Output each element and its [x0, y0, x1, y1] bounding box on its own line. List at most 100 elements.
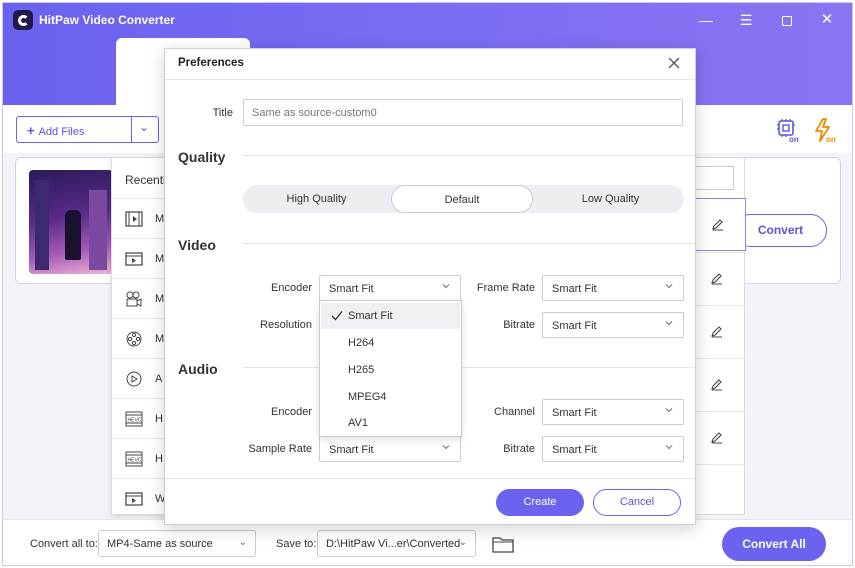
- recent-menu-item-label: H: [155, 413, 163, 425]
- sample-rate-label: Sample Rate: [248, 443, 312, 455]
- format-list-panel: [693, 157, 746, 517]
- encoder-option-label: AV1: [348, 417, 368, 429]
- recent-menu-item-label: M: [155, 333, 165, 345]
- encoder-dropdown-list: Smart Fit H264 H265 MPEG4 AV1: [319, 300, 462, 437]
- app-window: HitPaw Video Converter — ✕ ☰ + Add Files …: [2, 2, 853, 566]
- preferences-dialog: Preferences Title Quality High Quality D…: [164, 48, 696, 525]
- convert-all-to-label: Convert all to:: [30, 538, 98, 550]
- menu-icon[interactable]: ☰: [733, 9, 759, 31]
- chevron-down-icon[interactable]: ⌄: [139, 120, 149, 134]
- play-circle-icon: [126, 371, 142, 387]
- edit-icon[interactable]: [710, 324, 724, 338]
- recent-menu-item[interactable]: W: [112, 478, 172, 518]
- video-thumbnail[interactable]: [29, 170, 113, 274]
- video-screen-icon: [125, 492, 143, 506]
- cancel-button[interactable]: Cancel: [593, 489, 681, 516]
- save-to-select[interactable]: D:\HitPaw Vi...er\Converted ⌄: [317, 530, 476, 557]
- folder-icon[interactable]: [492, 535, 514, 553]
- recent-menu-item-label: H: [155, 453, 163, 465]
- convert-all-to-value: MP4-Same as source: [107, 538, 213, 550]
- svg-text:HEVC: HEVC: [128, 418, 142, 424]
- video-encoder-select[interactable]: Smart Fit: [319, 275, 461, 301]
- convert-button[interactable]: Convert: [734, 214, 827, 247]
- format-row[interactable]: [694, 252, 746, 305]
- encoder-option-label: MPEG4: [348, 391, 387, 403]
- encoder-option[interactable]: MPEG4: [321, 384, 460, 410]
- audio-bitrate-select[interactable]: Smart Fit: [542, 436, 684, 462]
- encoder-option[interactable]: H264: [321, 330, 460, 356]
- svg-text:on: on: [826, 135, 836, 143]
- create-button[interactable]: Create: [496, 489, 584, 516]
- lightning-icon[interactable]: on: [812, 117, 838, 143]
- hardware-acceleration-icon[interactable]: on: [775, 117, 801, 143]
- quality-segmented-control: High Quality Default Low Quality: [243, 185, 684, 213]
- title-input[interactable]: [244, 100, 682, 125]
- close-icon[interactable]: [665, 54, 683, 72]
- edit-icon[interactable]: [710, 430, 724, 444]
- format-row[interactable]: [694, 464, 746, 517]
- format-row[interactable]: [694, 358, 746, 411]
- recent-menu-item-label: A: [155, 373, 163, 385]
- app-title: HitPaw Video Converter: [39, 13, 175, 27]
- edit-icon[interactable]: [711, 217, 725, 231]
- encoder-option-label: H265: [348, 364, 375, 376]
- thumbnail-building: [35, 180, 49, 270]
- convert-all-button[interactable]: Convert All: [722, 527, 826, 561]
- recent-menu-item[interactable]: M: [112, 238, 172, 278]
- recent-menu-title: Recentl: [125, 173, 166, 187]
- dialog-title: Preferences: [178, 57, 244, 69]
- recent-menu-item-label: M: [155, 213, 165, 225]
- encoder-option[interactable]: H265: [321, 357, 460, 383]
- add-files-button[interactable]: + Add Files ⌄: [16, 116, 159, 143]
- sample-rate-select[interactable]: Smart Fit: [319, 436, 461, 462]
- heic-icon: HEVC: [125, 411, 143, 427]
- recent-menu-item[interactable]: M: [112, 318, 172, 358]
- quality-option-default[interactable]: Default: [391, 185, 533, 213]
- video-screen-icon: [125, 252, 143, 266]
- title-field-label: Title: [212, 107, 233, 119]
- encoder-option-label: Smart Fit: [348, 310, 393, 322]
- maximize-icon[interactable]: [774, 9, 800, 31]
- divider: [165, 79, 695, 80]
- recent-menu-item[interactable]: HEVC H: [112, 398, 172, 438]
- quality-option-high[interactable]: High Quality: [243, 185, 390, 213]
- edit-icon[interactable]: [710, 377, 724, 391]
- recent-menu-item-label: M: [155, 253, 165, 265]
- convert-all-to-select[interactable]: MP4-Same as source ⌄: [98, 530, 256, 557]
- chevron-down-icon: [442, 445, 450, 450]
- format-row[interactable]: [694, 305, 746, 358]
- save-to-value: D:\HitPaw Vi...er\Converted: [326, 538, 461, 550]
- resolution-label: Resolution: [260, 319, 312, 331]
- recent-menu-item[interactable]: M: [112, 278, 172, 318]
- chevron-down-icon: [665, 408, 673, 413]
- audio-bitrate-value: Smart Fit: [552, 444, 597, 456]
- recent-menu-item[interactable]: A: [112, 358, 172, 398]
- recent-menu-item[interactable]: M: [112, 198, 172, 238]
- channel-select[interactable]: Smart Fit: [542, 399, 684, 425]
- format-row[interactable]: [694, 198, 746, 251]
- camera-icon: [126, 291, 142, 307]
- video-file-icon: [125, 211, 143, 227]
- recent-menu-item-label: M: [155, 293, 165, 305]
- edit-icon[interactable]: [710, 271, 724, 285]
- audio-bitrate-label: Bitrate: [503, 443, 535, 455]
- minimize-icon[interactable]: —: [693, 9, 719, 31]
- video-bitrate-select[interactable]: Smart Fit: [542, 312, 684, 338]
- format-row[interactable]: [694, 411, 746, 464]
- frame-rate-select[interactable]: Smart Fit: [542, 275, 684, 301]
- recent-menu-item[interactable]: HEVC H: [112, 438, 172, 478]
- divider: [165, 478, 695, 479]
- quality-option-low[interactable]: Low Quality: [537, 185, 684, 213]
- close-window-icon[interactable]: ✕: [814, 9, 840, 31]
- chevron-down-icon: [665, 321, 673, 326]
- format-search-input[interactable]: [694, 166, 734, 190]
- bottom-bar: Convert all to: MP4-Same as source ⌄ Sav…: [3, 519, 852, 565]
- film-reel-icon: [126, 331, 142, 347]
- chevron-down-icon: [442, 284, 450, 289]
- audio-encoder-label: Encoder: [271, 406, 312, 418]
- add-files-label: Add Files: [38, 126, 85, 138]
- chevron-down-icon: [665, 445, 673, 450]
- encoder-option[interactable]: Smart Fit: [321, 303, 460, 329]
- frame-rate-label: Frame Rate: [476, 282, 535, 294]
- encoder-option[interactable]: AV1: [321, 410, 460, 436]
